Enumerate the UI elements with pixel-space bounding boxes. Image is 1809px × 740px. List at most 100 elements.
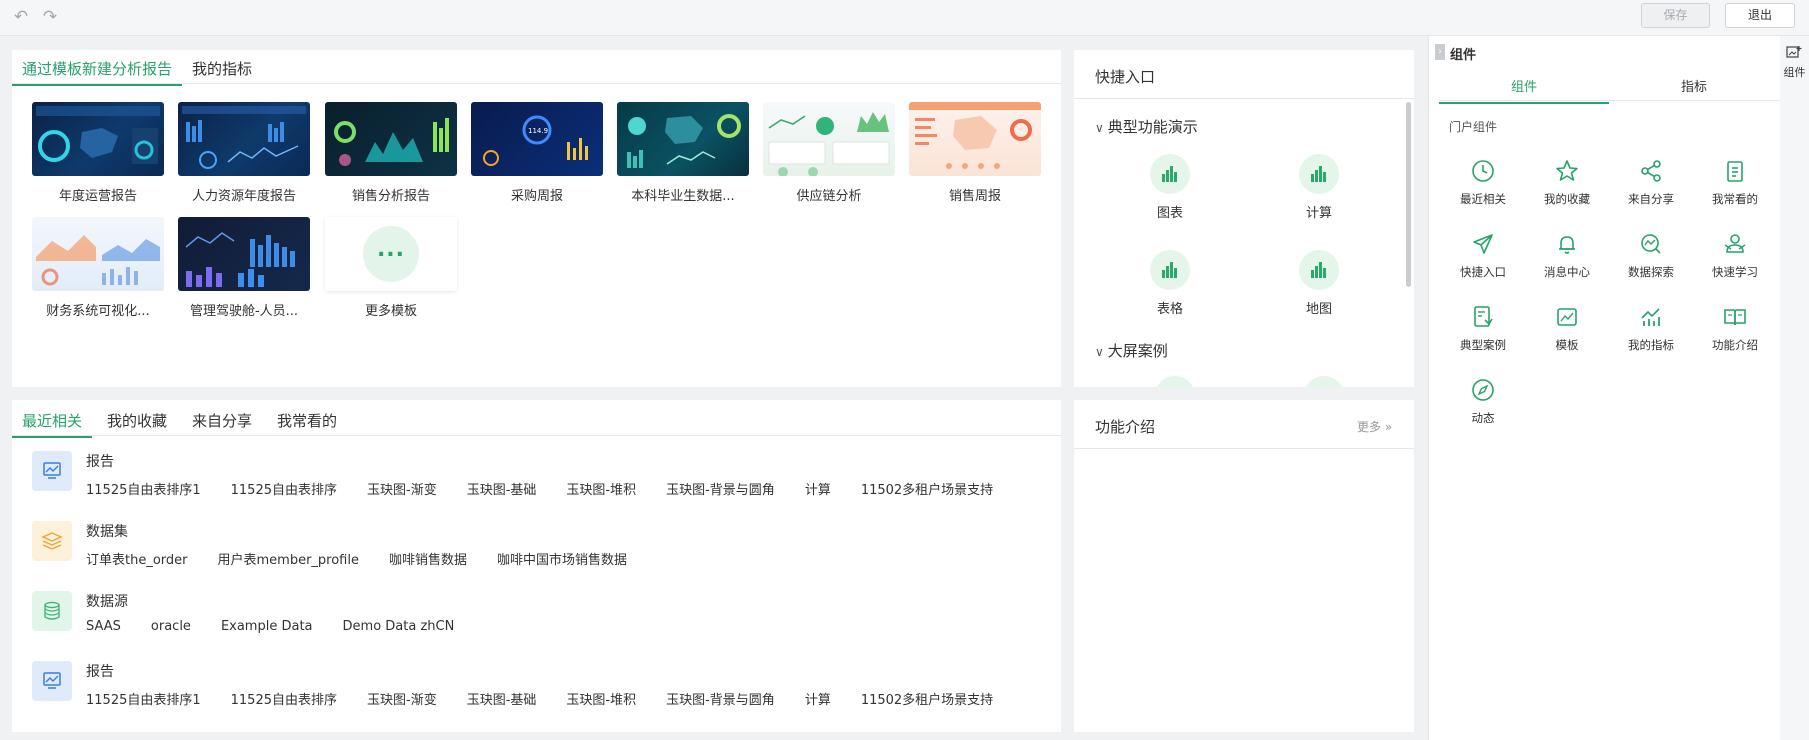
template-name: 销售周报 [948, 189, 1001, 204]
template-finance-visual[interactable]: 财务系统可视化... [32, 217, 164, 319]
panel-title: 组件 [1450, 48, 1477, 63]
component-messages[interactable]: 消息中心 [1525, 231, 1609, 280]
template-thumbnail: ... [325, 217, 457, 291]
more-label: 更多 [1357, 420, 1382, 434]
list-item[interactable]: 玉玦图-背景与圆角 [666, 479, 775, 498]
more-link[interactable]: 更多 » [1357, 418, 1392, 435]
template-purchase-weekly[interactable]: 114.9 采购周报 [471, 102, 603, 204]
component-quick-entry[interactable]: 快捷入口 [1441, 231, 1525, 280]
list-item[interactable]: 玉玦图-背景与圆角 [666, 689, 775, 708]
tab-new-report-from-template[interactable]: 通过模板新建分析报告 [12, 58, 183, 86]
exit-button[interactable]: 退出 [1725, 3, 1795, 28]
list-item[interactable]: 玉玦图-基础 [467, 479, 537, 498]
quick-item-table[interactable]: 表格 [1125, 250, 1215, 317]
component-favorites[interactable]: 我的收藏 [1525, 158, 1609, 207]
list-item[interactable]: 订单表the_order [86, 549, 188, 568]
chevron-down-icon: ∨ [1095, 345, 1104, 359]
tab-favorites[interactable]: 我的收藏 [97, 410, 177, 438]
template-thumbnail [763, 102, 895, 176]
list-item[interactable]: oracle [151, 619, 191, 634]
template-name: 本科毕业生数据... [631, 189, 735, 204]
component-quick-learn[interactable]: 快速学习 [1693, 231, 1777, 280]
component-cases[interactable]: 典型案例 [1441, 304, 1525, 353]
vertical-scrollbar[interactable] [1406, 102, 1411, 287]
dataset-icon [32, 521, 72, 561]
collapse-panel-icon[interactable]: › [1435, 44, 1445, 60]
component-frequent[interactable]: 我常看的 [1693, 158, 1777, 207]
group-items: 11525自由表排序1 11525自由表排序 玉玦图-渐变 玉玦图-基础 玉玦图… [86, 689, 993, 708]
sidebar-label[interactable]: 组件 [1780, 64, 1809, 80]
save-button[interactable]: 保存 [1641, 3, 1710, 28]
chevron-down-icon: ∨ [1095, 121, 1104, 135]
template-thumbnail [178, 217, 310, 291]
metrics-trend-icon [1641, 308, 1660, 326]
svg-text:114.9: 114.9 [528, 127, 548, 135]
bell-icon [1559, 236, 1575, 254]
list-item[interactable]: 计算 [805, 689, 831, 708]
list-item[interactable]: 11525自由表排序 [231, 479, 337, 498]
component-recent[interactable]: 最近相关 [1441, 158, 1525, 207]
component-template[interactable]: 模板 [1525, 304, 1609, 353]
undo-icon[interactable]: ↶ [11, 7, 31, 27]
component-label: 我的指标 [1628, 338, 1674, 352]
quick-item-label: 计算 [1305, 206, 1332, 221]
list-item[interactable]: 计算 [805, 479, 831, 498]
divider-strip [1420, 36, 1428, 740]
component-activity[interactable]: 动态 [1441, 377, 1525, 426]
template-sales-analysis[interactable]: 销售分析报告 [325, 102, 457, 204]
template-name: 管理驾驶舱-人员... [189, 304, 299, 319]
component-explore[interactable]: 数据探索 [1609, 231, 1693, 280]
section-typical-demo[interactable]: ∨ 典型功能演示 [1095, 116, 1198, 137]
component-feature-intro[interactable]: 功能介绍 [1693, 304, 1777, 353]
list-item[interactable]: Demo Data zhCN [343, 619, 455, 634]
template-thumbnail [178, 102, 310, 176]
template-more[interactable]: ... 更多模板 [325, 217, 457, 319]
template-sales-weekly[interactable]: 销售周报 [909, 102, 1041, 204]
template-graduate-data[interactable]: 本科毕业生数据... [617, 102, 749, 204]
explore-chart-icon [1641, 234, 1661, 254]
paper-plane-icon [1473, 234, 1493, 254]
component-shared[interactable]: 来自分享 [1609, 158, 1693, 207]
list-item[interactable]: 11525自由表排序1 [86, 479, 201, 498]
template-hr-annual[interactable]: 人力资源年度报告 [178, 102, 310, 204]
list-item[interactable]: 11502多租户场景支持 [861, 689, 993, 708]
list-item[interactable]: 11525自由表排序 [231, 689, 337, 708]
quick-item-map[interactable]: 地图 [1274, 250, 1364, 317]
tab-frequent[interactable]: 我常看的 [267, 410, 347, 438]
group-title: 数据源 [86, 594, 128, 610]
list-item[interactable]: 11525自由表排序1 [86, 689, 201, 708]
list-item[interactable]: 用户表member_profile [218, 549, 359, 568]
template-annual-operation[interactable]: 年度运营报告 [32, 102, 164, 204]
list-item[interactable]: 咖啡中国市场销售数据 [497, 549, 627, 568]
component-label: 动态 [1471, 411, 1495, 425]
component-panel-icon[interactable] [1785, 44, 1803, 62]
redo-icon[interactable]: ↷ [40, 7, 60, 27]
list-item[interactable]: 咖啡销售数据 [389, 549, 467, 568]
section-big-screen[interactable]: ∨ 大屏案例 [1095, 340, 1168, 361]
quick-item-chart[interactable]: 图表 [1125, 154, 1215, 221]
component-label: 数据探索 [1628, 265, 1674, 279]
clock-icon [1472, 160, 1494, 182]
partial-circle [1155, 376, 1195, 387]
tab-recent[interactable]: 最近相关 [12, 410, 93, 438]
list-item[interactable]: 玉玦图-堆积 [566, 479, 636, 498]
list-item[interactable]: 11502多租户场景支持 [861, 479, 993, 498]
quick-item-calc[interactable]: 计算 [1274, 154, 1364, 221]
panel-title: 功能介绍 [1095, 418, 1156, 436]
list-item[interactable]: SAAS [86, 619, 121, 634]
template-supply-chain[interactable]: 供应链分析 [763, 102, 895, 204]
component-label: 来自分享 [1628, 192, 1674, 206]
tab-metrics[interactable]: 指标 [1609, 76, 1779, 102]
group-items: 11525自由表排序1 11525自由表排序 玉玦图-渐变 玉玦图-基础 玉玦图… [86, 479, 993, 498]
tab-shared[interactable]: 来自分享 [182, 410, 262, 438]
template-management-cockpit[interactable]: 管理驾驶舱-人员... [178, 217, 310, 319]
list-item[interactable]: 玉玦图-基础 [467, 689, 537, 708]
component-my-metrics[interactable]: 我的指标 [1609, 304, 1693, 353]
compass-icon [1472, 379, 1494, 401]
list-item[interactable]: Example Data [221, 619, 313, 634]
list-item[interactable]: 玉玦图-渐变 [367, 689, 437, 708]
list-item[interactable]: 玉玦图-堆积 [566, 689, 636, 708]
list-item[interactable]: 玉玦图-渐变 [367, 479, 437, 498]
recent-panel: 最近相关 我的收藏 来自分享 我常看的 报告 11525自由表排序1 11525… [12, 400, 1061, 732]
tab-my-metrics[interactable]: 我的指标 [182, 58, 262, 86]
